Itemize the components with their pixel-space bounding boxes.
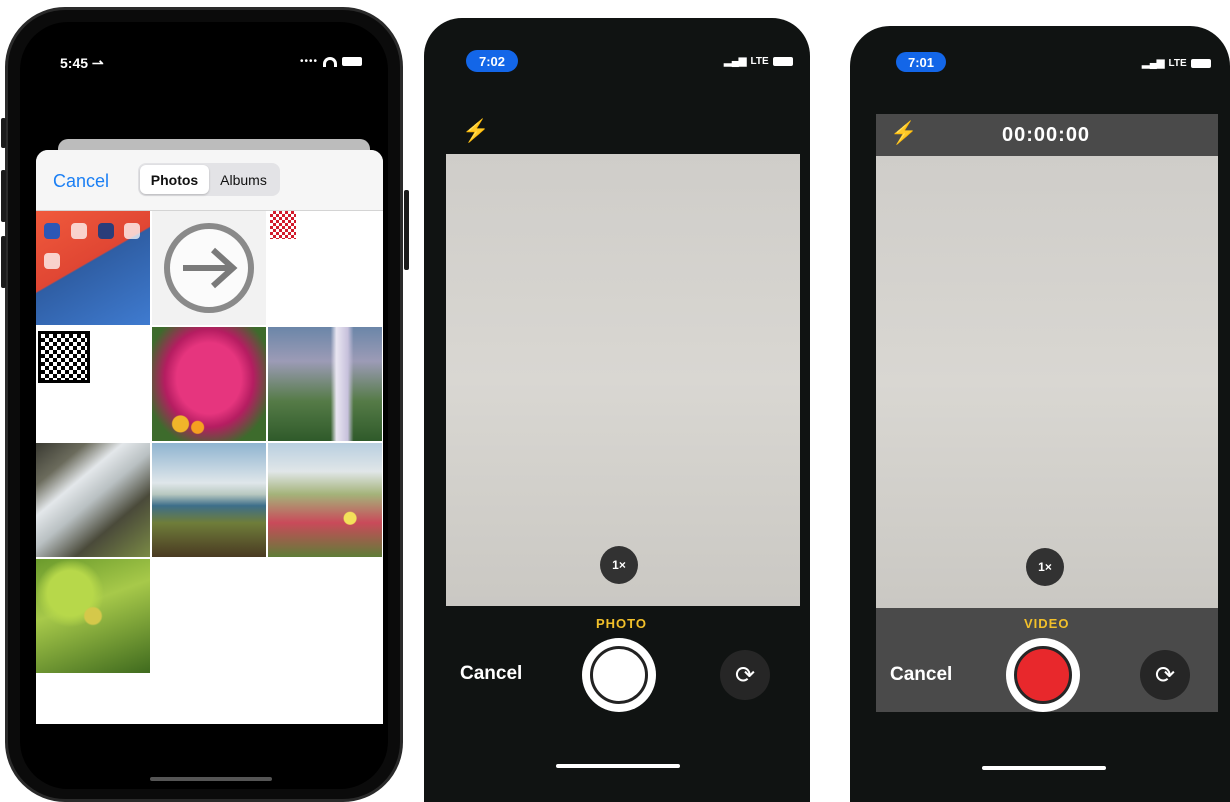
status-time: 5:45 ⇀ xyxy=(60,55,104,71)
record-inner xyxy=(1014,646,1072,704)
segment-albums[interactable]: Albums xyxy=(209,165,278,194)
photo-thumbnail[interactable] xyxy=(268,211,382,325)
battery-icon xyxy=(1190,59,1211,68)
segment-photos[interactable]: Photos xyxy=(140,165,209,194)
photo-thumbnail[interactable] xyxy=(152,211,266,325)
photo-thumbnail[interactable] xyxy=(36,559,150,673)
phone-camera-photo: 7:02 ▂▄▆ LTE ⚡ 1× PHOTO Cancel ⟳ xyxy=(424,18,810,802)
zoom-button[interactable]: 1× xyxy=(1026,548,1064,586)
volume-down-button xyxy=(1,236,6,288)
cancel-button[interactable]: Cancel xyxy=(460,663,522,685)
shutter-inner xyxy=(590,646,648,704)
bolt-icon[interactable]: ⚡ xyxy=(890,120,917,146)
camera-viewfinder xyxy=(876,156,1218,608)
camera-flip-icon[interactable]: ⟳ xyxy=(1140,650,1190,700)
recording-timer: 00:00:00 xyxy=(1002,124,1091,146)
photo-picker-sheet: Cancel Photos Albums xyxy=(36,150,383,724)
segmented-control: Photos Albums xyxy=(138,163,280,196)
photo-thumbnail[interactable] xyxy=(36,327,150,441)
shutter-button[interactable] xyxy=(582,638,656,712)
mode-label[interactable]: VIDEO xyxy=(1024,616,1069,631)
qr-code-icon xyxy=(270,211,296,239)
cancel-button[interactable]: Cancel xyxy=(890,664,952,686)
home-indicator xyxy=(150,777,272,781)
status-time: 7:01 xyxy=(896,52,946,72)
signal-icon: •••• xyxy=(299,56,318,67)
camera-viewfinder xyxy=(446,154,800,606)
cancel-button[interactable]: Cancel xyxy=(53,171,109,192)
status-icons: •••• xyxy=(300,56,362,67)
phone-camera-video: 7:01 ▂▄▆ LTE ⚡ 00:00:00 1× VIDEO Cancel … xyxy=(850,26,1230,802)
picker-navbar: Cancel Photos Albums xyxy=(36,150,383,211)
wifi-icon xyxy=(323,56,337,67)
battery-icon xyxy=(342,57,362,66)
signal-icon: ▂▄▆ xyxy=(1142,58,1165,69)
qr-code-icon xyxy=(38,331,90,383)
mode-label[interactable]: PHOTO xyxy=(596,616,647,631)
zoom-button[interactable]: 1× xyxy=(600,546,638,584)
home-indicator xyxy=(982,766,1106,770)
home-indicator xyxy=(556,764,680,768)
volume-up-button xyxy=(1,170,6,222)
photo-thumbnail[interactable] xyxy=(152,327,266,441)
bolt-icon[interactable]: ⚡ xyxy=(462,118,489,144)
photo-thumbnail[interactable] xyxy=(36,443,150,557)
silent-switch xyxy=(1,118,6,148)
photo-thumbnail[interactable] xyxy=(268,443,382,557)
network-type: LTE xyxy=(750,56,769,67)
power-button xyxy=(404,190,409,270)
photo-thumbnail[interactable] xyxy=(268,327,382,441)
photo-grid xyxy=(36,211,383,673)
status-icons: ▂▄▆ LTE xyxy=(724,56,793,67)
status-icons: ▂▄▆ LTE xyxy=(1142,58,1211,69)
network-type: LTE xyxy=(1168,58,1187,69)
phone-photo-picker: 5:45 ⇀ •••• Cancel Photos Albums xyxy=(1,7,409,802)
status-time: 7:02 xyxy=(466,50,518,72)
arrow-right-icon xyxy=(164,223,254,313)
signal-icon: ▂▄▆ xyxy=(724,56,747,67)
record-button[interactable] xyxy=(1006,638,1080,712)
battery-icon xyxy=(772,57,793,66)
photo-thumbnail[interactable] xyxy=(36,211,150,325)
camera-flip-icon[interactable]: ⟳ xyxy=(720,650,770,700)
photo-thumbnail[interactable] xyxy=(152,443,266,557)
screen: 5:45 ⇀ •••• Cancel Photos Albums xyxy=(20,22,388,789)
